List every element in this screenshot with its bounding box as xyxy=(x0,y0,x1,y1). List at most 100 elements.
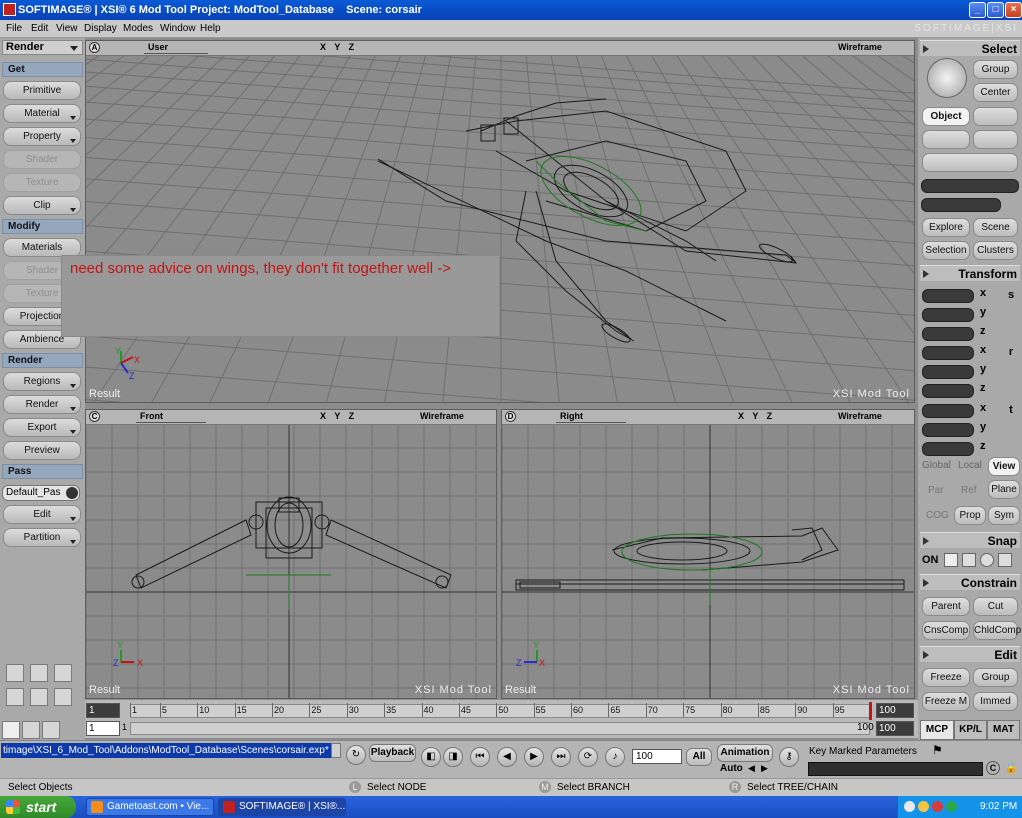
global-button[interactable]: Global xyxy=(922,460,951,471)
partition-button[interactable]: Partition xyxy=(3,528,81,547)
menu-file[interactable]: File xyxy=(6,23,22,34)
snap-point-icon[interactable] xyxy=(944,553,958,567)
preview-button[interactable]: Preview xyxy=(3,441,81,460)
go-to-end-icon[interactable]: ⏭ xyxy=(551,747,571,767)
translate-y-field[interactable] xyxy=(922,423,974,437)
close-button[interactable]: × xyxy=(1005,2,1022,18)
blank-select-button-1[interactable] xyxy=(973,107,1018,126)
tray-update-icon[interactable] xyxy=(918,801,929,812)
ref-button[interactable]: Ref xyxy=(961,485,977,496)
scale-z-field[interactable] xyxy=(922,327,974,341)
rotate-icon[interactable]: r xyxy=(1004,345,1018,359)
property-button[interactable]: Property xyxy=(3,127,81,146)
tray-security-icon[interactable] xyxy=(932,801,943,812)
explore-button[interactable]: Explore xyxy=(922,218,970,237)
rotate-y-field[interactable] xyxy=(922,365,974,379)
select-tool-icon[interactable] xyxy=(2,721,20,739)
object-select-button[interactable]: Object xyxy=(922,107,970,126)
viewport-c-front[interactable]: Y X Z C Front X Y Z Wireframe Result XSI… xyxy=(85,409,497,699)
taskbar-item-browser[interactable]: Gametoast.com • Vie... xyxy=(86,798,214,816)
tab-mcp[interactable]: MCP xyxy=(920,720,954,740)
scene-path-field[interactable]: timage\XSI_6_Mod_Tool\Addons\ModTool_Dat… xyxy=(1,743,331,758)
keyframe-tool-icon[interactable]: ⚑ xyxy=(932,743,952,759)
clusters-button[interactable]: Clusters xyxy=(973,241,1018,260)
translate-icon[interactable]: t xyxy=(1004,403,1018,417)
translate-z-field[interactable] xyxy=(922,442,974,456)
key-marked-parameters-button[interactable]: Key Marked Parameters xyxy=(806,744,926,759)
select-section-header[interactable]: Select xyxy=(920,40,1020,56)
tab-mat[interactable]: MAT xyxy=(987,720,1020,740)
immed-button[interactable]: Immed xyxy=(973,692,1018,711)
selection-field-2[interactable] xyxy=(921,198,1001,212)
viewport-d-display-mode[interactable]: Wireframe xyxy=(838,411,882,421)
menu-help[interactable]: Help xyxy=(200,23,221,34)
audio-icon[interactable]: ♪ xyxy=(605,747,625,767)
scale-y-field[interactable] xyxy=(922,308,974,322)
layout-three-left-icon[interactable] xyxy=(6,688,24,706)
animation-menu-button[interactable]: Animation xyxy=(717,744,773,762)
transform-section-header[interactable]: Transform xyxy=(920,265,1020,281)
range-slider[interactable] xyxy=(130,722,870,735)
auto-key-toggle[interactable]: Auto xyxy=(720,763,743,774)
go-to-start-icon[interactable]: ⏮ xyxy=(470,747,490,767)
taskbar-item-softimage[interactable]: SOFTIMAGE® | XSI®... xyxy=(218,798,346,816)
path-dropdown-icon[interactable] xyxy=(331,743,341,758)
start-button[interactable]: start xyxy=(0,796,76,818)
playback-loop-icon[interactable]: ↻ xyxy=(346,745,366,765)
keying-set-field[interactable] xyxy=(808,762,983,776)
viewport-c-camera-select[interactable]: Front xyxy=(136,411,206,423)
current-frame-field[interactable]: 100 xyxy=(632,749,682,764)
playback-menu-button[interactable]: Playback xyxy=(369,744,416,762)
tab-kpl[interactable]: KP/L xyxy=(954,720,987,740)
layout-vertical-icon[interactable] xyxy=(30,664,48,682)
blank-select-button-4[interactable] xyxy=(922,153,1018,172)
play-icon[interactable]: ▶ xyxy=(524,747,544,767)
layout-three-right-icon[interactable] xyxy=(54,688,72,706)
keying-c-icon[interactable]: C xyxy=(986,761,1000,775)
edit-group-button[interactable]: Group xyxy=(973,668,1018,687)
rotate-x-field[interactable] xyxy=(922,346,974,360)
cog-button[interactable]: COG xyxy=(926,510,949,521)
cut-button[interactable]: Cut xyxy=(973,597,1018,616)
view-button[interactable]: View xyxy=(988,457,1020,476)
sym-button[interactable]: Sym xyxy=(988,506,1020,525)
menu-view[interactable]: View xyxy=(56,23,78,34)
parent-button[interactable]: Parent xyxy=(922,597,970,616)
tray-volume-icon[interactable] xyxy=(946,801,957,812)
viewport-letter-a[interactable]: A xyxy=(89,42,100,53)
snap-grid-icon[interactable] xyxy=(998,553,1012,567)
chldcomp-button[interactable]: ChldComp xyxy=(973,621,1021,640)
range-start-field[interactable]: 1 xyxy=(86,721,120,736)
range-end-field[interactable]: 100 xyxy=(876,721,914,736)
edit-section-header[interactable]: Edit xyxy=(920,646,1020,662)
minimize-button[interactable]: _ xyxy=(969,2,986,18)
pass-select[interactable]: Default_Pas xyxy=(2,485,80,501)
snap-on-toggle[interactable]: ON xyxy=(922,554,939,566)
paint-palette-icon[interactable] xyxy=(42,721,60,739)
shader-button[interactable]: Shader xyxy=(3,150,81,169)
constrain-section-header[interactable]: Constrain xyxy=(920,574,1020,590)
all-button[interactable]: All xyxy=(686,748,712,766)
next-key-arrow-icon[interactable]: ▶ xyxy=(761,763,768,774)
menu-display[interactable]: Display xyxy=(84,23,117,34)
selection-field-1[interactable] xyxy=(921,179,1019,193)
scale-icon[interactable]: s xyxy=(1004,288,1018,302)
menu-modes[interactable]: Modes xyxy=(123,23,153,34)
translate-x-field[interactable] xyxy=(922,404,974,418)
viewport-d-right[interactable]: Y Z X D Right X Y Z Wireframe Result XSI… xyxy=(501,409,915,699)
snap-section-header[interactable]: Snap xyxy=(920,532,1020,548)
scene-button[interactable]: Scene xyxy=(973,218,1018,237)
lock-icon[interactable]: 🔒 xyxy=(1004,761,1018,775)
viewport-d-camera-select[interactable]: Right xyxy=(556,411,626,423)
par-button[interactable]: Par xyxy=(928,485,944,496)
group-select-button[interactable]: Group xyxy=(973,60,1018,79)
viewport-c-xyz[interactable]: X Y Z xyxy=(320,411,357,421)
selection-button[interactable]: Selection xyxy=(922,241,970,260)
cnscomp-button[interactable]: CnsComp xyxy=(922,621,970,640)
viewport-a-display-mode[interactable]: Wireframe xyxy=(838,42,882,52)
edit-pass-button[interactable]: Edit xyxy=(3,505,81,524)
blank-select-button-3[interactable] xyxy=(973,130,1018,149)
timeline-start-field[interactable]: 1 xyxy=(86,703,120,718)
viewport-a-xyz[interactable]: X Y Z xyxy=(320,42,357,52)
viewport-d-xyz[interactable]: X Y Z xyxy=(738,411,775,421)
